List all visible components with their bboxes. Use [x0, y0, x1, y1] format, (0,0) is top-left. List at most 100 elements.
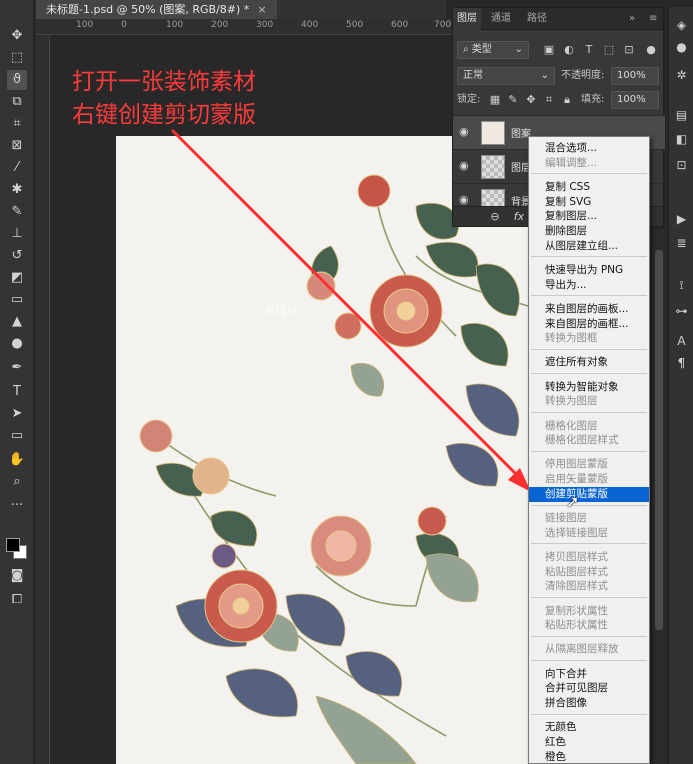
menu-item: 栅格化图层 — [545, 419, 598, 432]
menu-item[interactable]: 向下合并 — [529, 667, 649, 682]
menu-item: 粘贴形状属性 — [545, 619, 608, 632]
menu-item[interactable]: 创建剪贴蒙版 — [529, 486, 649, 502]
menu-separator — [531, 173, 647, 175]
menu-item: 复制形状属性 — [545, 604, 608, 617]
menu-item[interactable]: 复制 CSS — [529, 180, 649, 195]
menu-item[interactable]: 从图层建立组... — [529, 239, 649, 254]
filter-pixel-icon[interactable]: ▣ — [541, 41, 557, 59]
fill-value: 100% — [617, 94, 646, 105]
filter-smart-icon[interactable]: ⊡ — [621, 41, 637, 59]
menu-item[interactable]: 复制 SVG — [529, 195, 649, 210]
link-layers-icon[interactable]: ⊖ — [487, 208, 503, 226]
lock-row: 锁定: ▦ ✎ ✥ ⌗ 🔒︎ 填充: 100% — [453, 88, 663, 112]
menu-separator — [531, 256, 647, 258]
blend-mode-value: 正常 — [463, 70, 483, 81]
filter-toggle-icon[interactable]: ● — [643, 41, 659, 59]
menu-item[interactable]: 橙色 — [529, 750, 649, 763]
menu-item[interactable]: 无颜色 — [529, 720, 649, 735]
panel-menu-icon[interactable]: ≡ — [649, 8, 657, 30]
menu-item[interactable]: 删除图层 — [529, 224, 649, 239]
menu-item[interactable]: 混合选项... — [529, 141, 649, 156]
character-icon[interactable]: A — [673, 333, 690, 350]
fx-icon[interactable]: fx — [511, 208, 527, 226]
foreground-color-swatch[interactable] — [6, 538, 20, 552]
eye-icon[interactable]: ◉ — [459, 193, 473, 207]
layers-panel-tabs: 图层 通道 路径 » ≡ — [453, 8, 663, 30]
opacity-value: 100% — [617, 70, 646, 81]
menu-separator — [531, 295, 647, 297]
menu-item[interactable]: 来自图层的画板... — [529, 302, 649, 317]
menu-item: 拷贝图层样式 — [545, 550, 608, 563]
eye-icon[interactable]: ◉ — [459, 159, 473, 173]
menu-item: 停用图层蒙版 — [545, 458, 608, 471]
opacity-label: 不透明度: — [561, 70, 605, 81]
history-icon[interactable]: ⊡ — [673, 157, 690, 174]
color-icon[interactable]: ● — [673, 39, 690, 56]
tab-layers[interactable]: 图层 — [453, 8, 481, 30]
menu-separator — [531, 660, 647, 662]
eye-icon[interactable]: ◉ — [459, 125, 473, 139]
menu-item[interactable]: 来自图层的画框... — [529, 317, 649, 332]
menu-item: 粘贴图层样式 — [545, 565, 608, 578]
layers-scrollbar[interactable] — [652, 230, 666, 764]
actions-icon[interactable]: ▶ — [673, 211, 690, 228]
lock-artboard-icon[interactable]: ⌗ — [541, 91, 557, 109]
fill-input[interactable]: 100% — [611, 91, 659, 109]
menu-separator — [531, 450, 647, 452]
properties-icon[interactable]: ◧ — [673, 131, 690, 148]
menu-separator — [531, 635, 647, 637]
menu-item: 栅格化图层样式 — [545, 434, 619, 447]
lock-transparent-icon[interactable]: ▦ — [487, 91, 503, 109]
lock-label: 锁定: — [457, 94, 481, 105]
chevron-down-icon: ⌄ — [540, 70, 549, 81]
brush-settings-icon[interactable]: ≣ — [673, 235, 690, 252]
menu-item: 从隔离图层释放 — [545, 643, 619, 656]
chevron-down-icon: ⌄ — [514, 44, 523, 55]
lock-position-icon[interactable]: ✥ — [523, 91, 539, 109]
mouse-cursor-icon: ➚ — [566, 492, 580, 511]
opacity-input[interactable]: 100% — [611, 67, 659, 85]
menu-separator — [531, 348, 647, 350]
lock-all-icon[interactable]: 🔒︎ — [559, 91, 575, 109]
photoshop-window: ✥ ⬚ ϑ ⧉ ⌗ ⊠ ⁄ ✱ ✎ ⊥ ↺ ◩ ▭ ▲ ● ✒ T ➤ ▭ ✋ … — [0, 0, 693, 764]
paragraph-icon[interactable]: ¶ — [673, 355, 690, 372]
tab-paths[interactable]: 路径 — [527, 8, 547, 30]
filter-adjust-icon[interactable]: ◐ — [561, 41, 577, 59]
menu-item[interactable]: 红色 — [529, 735, 649, 750]
menu-item: 转换为图框 — [545, 332, 598, 345]
menu-item: 启用矢量蒙版 — [545, 473, 608, 486]
menu-item[interactable]: 转换为智能对象 — [529, 380, 649, 395]
menu-item: 选择链接图层 — [545, 526, 608, 539]
paths-icon[interactable]: ⟟ — [673, 277, 690, 294]
adjust-icon[interactable]: ✲ — [673, 67, 690, 84]
menu-item[interactable]: 合并可见图层 — [529, 681, 649, 696]
menu-item[interactable]: 复制图层... — [529, 209, 649, 224]
menu-item[interactable]: 拼合图像 — [529, 696, 649, 711]
context-menu: 混合选项... 编辑调整... 复制 CSS 复制 SVG 复制图层... 删除图层 从图层… — [528, 136, 650, 764]
layer-thumbnail — [481, 155, 505, 179]
library-icon[interactable]: ▤ — [673, 107, 690, 124]
layers-icon[interactable]: ◈ — [673, 17, 690, 34]
menu-item[interactable]: 遮住所有对象 — [529, 355, 649, 370]
collapse-icon[interactable]: » — [629, 8, 635, 30]
scrollbar-thumb[interactable] — [655, 250, 663, 630]
fill-label: 填充: — [581, 94, 605, 105]
menu-item: 转换为图层 — [545, 395, 598, 408]
filter-type-icon[interactable]: T — [581, 41, 597, 59]
right-dock: ◈ ● ✲ ▤ ◧ ⊡ ▶ ≣ ⟟ ⊶ A ¶ — [668, 7, 693, 764]
menu-item: 清除图层样式 — [545, 580, 608, 593]
blend-row: 正常 ⌄ 不透明度: 100% — [453, 64, 663, 88]
menu-separator — [531, 412, 647, 413]
menu-item: 编辑调整... — [545, 156, 598, 169]
filter-shape-icon[interactable]: ⬚ — [601, 41, 617, 59]
menu-separator — [531, 373, 647, 375]
layer-filter-row: ⌕ 类型 ⌄ ▣ ◐ T ⬚ ⊡ ● — [453, 38, 663, 62]
menu-item[interactable]: 导出为... — [529, 278, 649, 293]
lock-pixels-icon[interactable]: ✎ — [505, 91, 521, 109]
tab-channels[interactable]: 通道 — [491, 8, 511, 30]
layer-filter-select[interactable]: ⌕ 类型 ⌄ — [457, 41, 529, 59]
menu-item[interactable]: 快速导出为 PNG — [529, 263, 649, 278]
blend-mode-select[interactable]: 正常 ⌄ — [457, 67, 555, 85]
menu-separator — [531, 543, 647, 545]
adjust-sliders-icon[interactable]: ⊶ — [673, 303, 690, 320]
